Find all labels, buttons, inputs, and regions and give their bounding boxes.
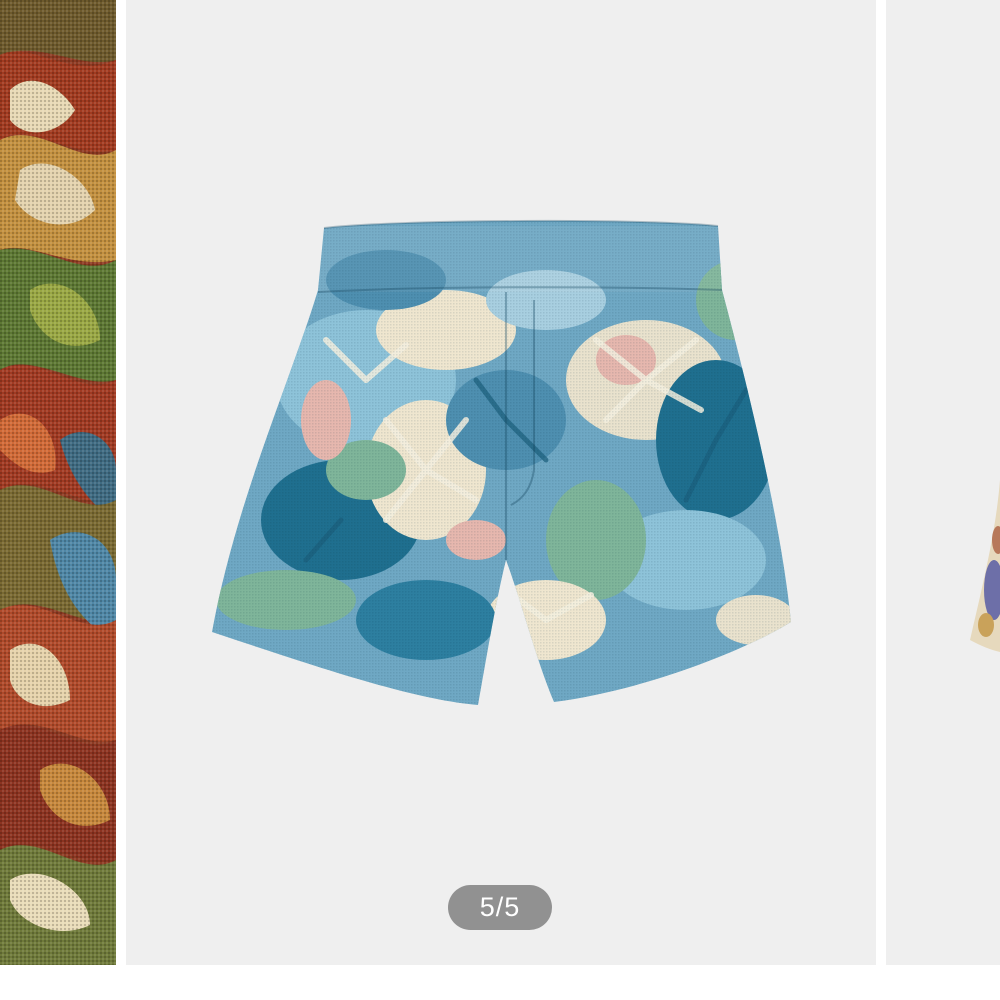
image-carousel[interactable]: 5/5	[0, 0, 1000, 965]
slide-counter-badge: 5/5	[448, 885, 552, 930]
current-slide-image[interactable]	[126, 0, 876, 965]
blue-floral-jacquard-shorts	[212, 219, 791, 705]
tapestry-fabric-closeup	[0, 0, 116, 965]
previous-slide-image[interactable]	[0, 0, 116, 965]
next-slide-image[interactable]	[886, 0, 1000, 965]
beige-tapestry-shorts	[970, 480, 1000, 652]
